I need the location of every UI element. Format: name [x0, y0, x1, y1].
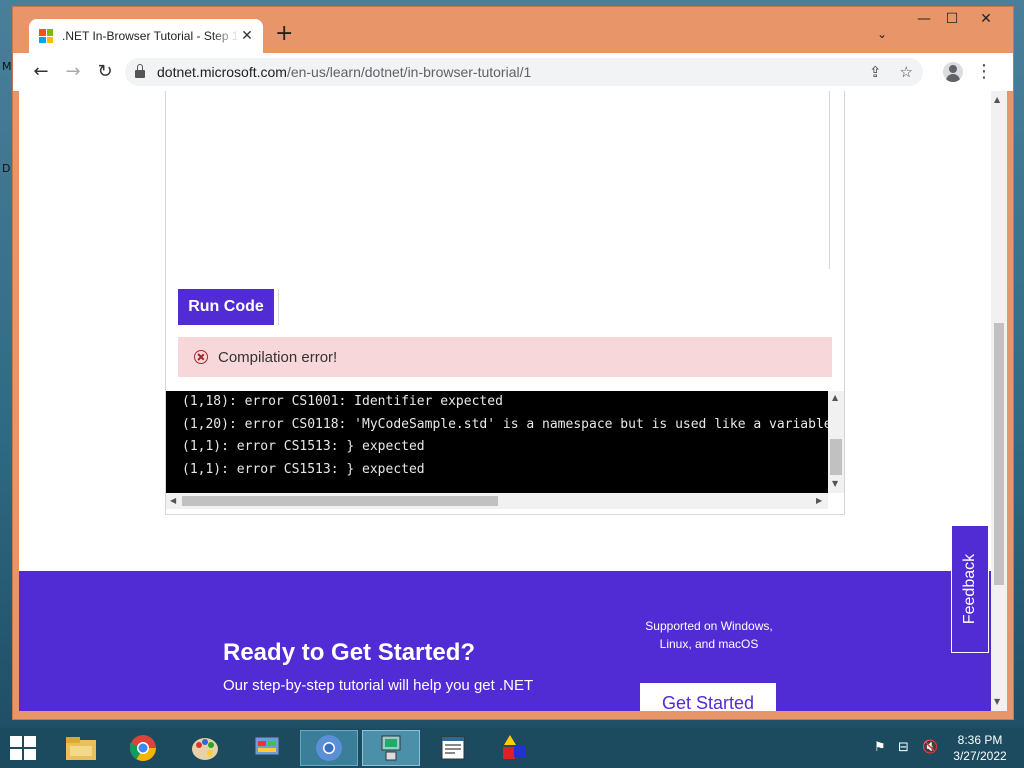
alert-text: Compilation error!: [218, 348, 338, 366]
network-computer-icon[interactable]: [362, 730, 420, 766]
scrollbar-thumb[interactable]: [830, 439, 842, 475]
console-line: (1,18): error CS1001: Identifier expecte…: [182, 394, 503, 409]
console-line: (1,1): error CS1513: } expected: [182, 461, 425, 477]
start-button[interactable]: [10, 736, 38, 760]
desktop-icon-label: M: [2, 60, 12, 73]
text-editor-icon[interactable]: [424, 730, 482, 766]
button-divider: [278, 289, 279, 325]
scroll-up-arrow-icon[interactable]: ▲: [832, 393, 838, 402]
page-scrollbar[interactable]: ▲ ▼: [991, 91, 1007, 711]
browser-tab[interactable]: .NET In-Browser Tutorial - Step 1 ✕: [29, 19, 263, 53]
browser-window: .NET In-Browser Tutorial - Step 1 ✕ + ⌄ …: [12, 6, 1014, 720]
scroll-right-arrow-icon[interactable]: ▶: [816, 496, 822, 505]
scrollbar-thumb[interactable]: [994, 323, 1004, 585]
forward-button[interactable]: →: [61, 61, 85, 83]
reload-button[interactable]: ↻: [93, 61, 117, 83]
clock-date: 3/27/2022: [953, 749, 1007, 763]
microsoft-logo-icon: [39, 29, 53, 43]
run-code-button[interactable]: Run Code: [178, 289, 274, 325]
web-page: Run Code Compilation error! (1,18): erro…: [19, 91, 991, 711]
network-icon[interactable]: ⊟: [898, 740, 909, 755]
platform-support-text: Supported on Windows, Linux, and macOS: [629, 617, 789, 653]
chromium-icon[interactable]: [300, 730, 358, 766]
shapes-app-icon[interactable]: [486, 730, 544, 766]
lock-icon[interactable]: [135, 64, 145, 78]
console-line: (1,1): error CS1513: } expected: [182, 439, 425, 454]
volume-muted-icon[interactable]: 🔇: [922, 740, 938, 755]
scroll-up-arrow-icon[interactable]: ▲: [994, 95, 1000, 104]
bookmark-star-icon[interactable]: ☆: [900, 63, 913, 81]
taskbar: ⚑ ⊟ 🔇 8:36 PM 3/27/2022: [0, 728, 1024, 768]
output-console[interactable]: (1,18): error CS1001: Identifier expecte…: [166, 391, 828, 493]
chrome-icon[interactable]: [114, 730, 172, 766]
tab-close-icon[interactable]: ✕: [239, 28, 255, 44]
browser-toolbar: ← → ↻ dotnet.microsoft.com /en-us/learn/…: [13, 53, 1013, 91]
get-started-button[interactable]: Get Started: [640, 683, 776, 711]
scroll-left-arrow-icon[interactable]: ◀: [170, 496, 176, 505]
code-editor-panel: Run Code Compilation error! (1,18): erro…: [165, 91, 845, 515]
share-icon[interactable]: ⇪: [869, 63, 882, 81]
feedback-label: Feedback: [961, 553, 979, 625]
console-line: (1,20): error CS0118: 'MyCodeSample.std'…: [182, 416, 828, 432]
maximize-button[interactable]: ☐: [937, 11, 967, 27]
url-path: /en-us/learn/dotnet/in-browser-tutorial/…: [286, 64, 532, 80]
close-window-button[interactable]: ✕: [971, 11, 1001, 27]
new-tab-button[interactable]: +: [275, 23, 293, 45]
cta-body: Our step-by-step tutorial will help you …: [223, 677, 534, 694]
paint-icon[interactable]: [176, 730, 234, 766]
support-line: Linux, and macOS: [659, 637, 759, 651]
error-circle-icon: [194, 350, 208, 364]
tab-title: .NET In-Browser Tutorial - Step 1: [62, 29, 239, 43]
console-horizontal-scrollbar[interactable]: ◀ ▶: [166, 493, 828, 509]
profile-avatar-icon[interactable]: [943, 62, 963, 82]
scroll-down-arrow-icon[interactable]: ▼: [994, 697, 1000, 706]
url-host: dotnet.microsoft.com: [157, 64, 287, 80]
browser-menu-icon[interactable]: ⋮: [975, 61, 993, 82]
system-clock[interactable]: 8:36 PM 3/27/2022: [944, 732, 1016, 764]
action-center-flag-icon[interactable]: ⚑: [874, 740, 886, 755]
cta-title: Ready to Get Started?: [223, 639, 476, 666]
control-panel-icon[interactable]: [238, 730, 296, 766]
title-bar: .NET In-Browser Tutorial - Step 1 ✕ + ⌄ …: [13, 7, 1013, 53]
address-bar[interactable]: dotnet.microsoft.com /en-us/learn/dotnet…: [125, 58, 923, 86]
console-vertical-scrollbar[interactable]: ▲ ▼: [828, 391, 844, 493]
support-line: Supported on Windows,: [645, 619, 773, 633]
feedback-button[interactable]: Feedback: [951, 525, 989, 653]
back-button[interactable]: ←: [29, 61, 53, 83]
editor-divider: [829, 91, 830, 269]
clock-time: 8:36 PM: [957, 733, 1003, 747]
compilation-error-alert: Compilation error!: [178, 337, 832, 377]
scrollbar-thumb[interactable]: [182, 496, 498, 506]
file-explorer-icon[interactable]: [52, 730, 110, 766]
desktop-icon-label: D: [2, 162, 11, 175]
minimize-button[interactable]: —: [909, 11, 939, 27]
get-started-banner: Ready to Get Started? Our step-by-step t…: [19, 571, 991, 711]
scroll-down-arrow-icon[interactable]: ▼: [832, 479, 838, 488]
tab-search-icon[interactable]: ⌄: [877, 27, 887, 41]
